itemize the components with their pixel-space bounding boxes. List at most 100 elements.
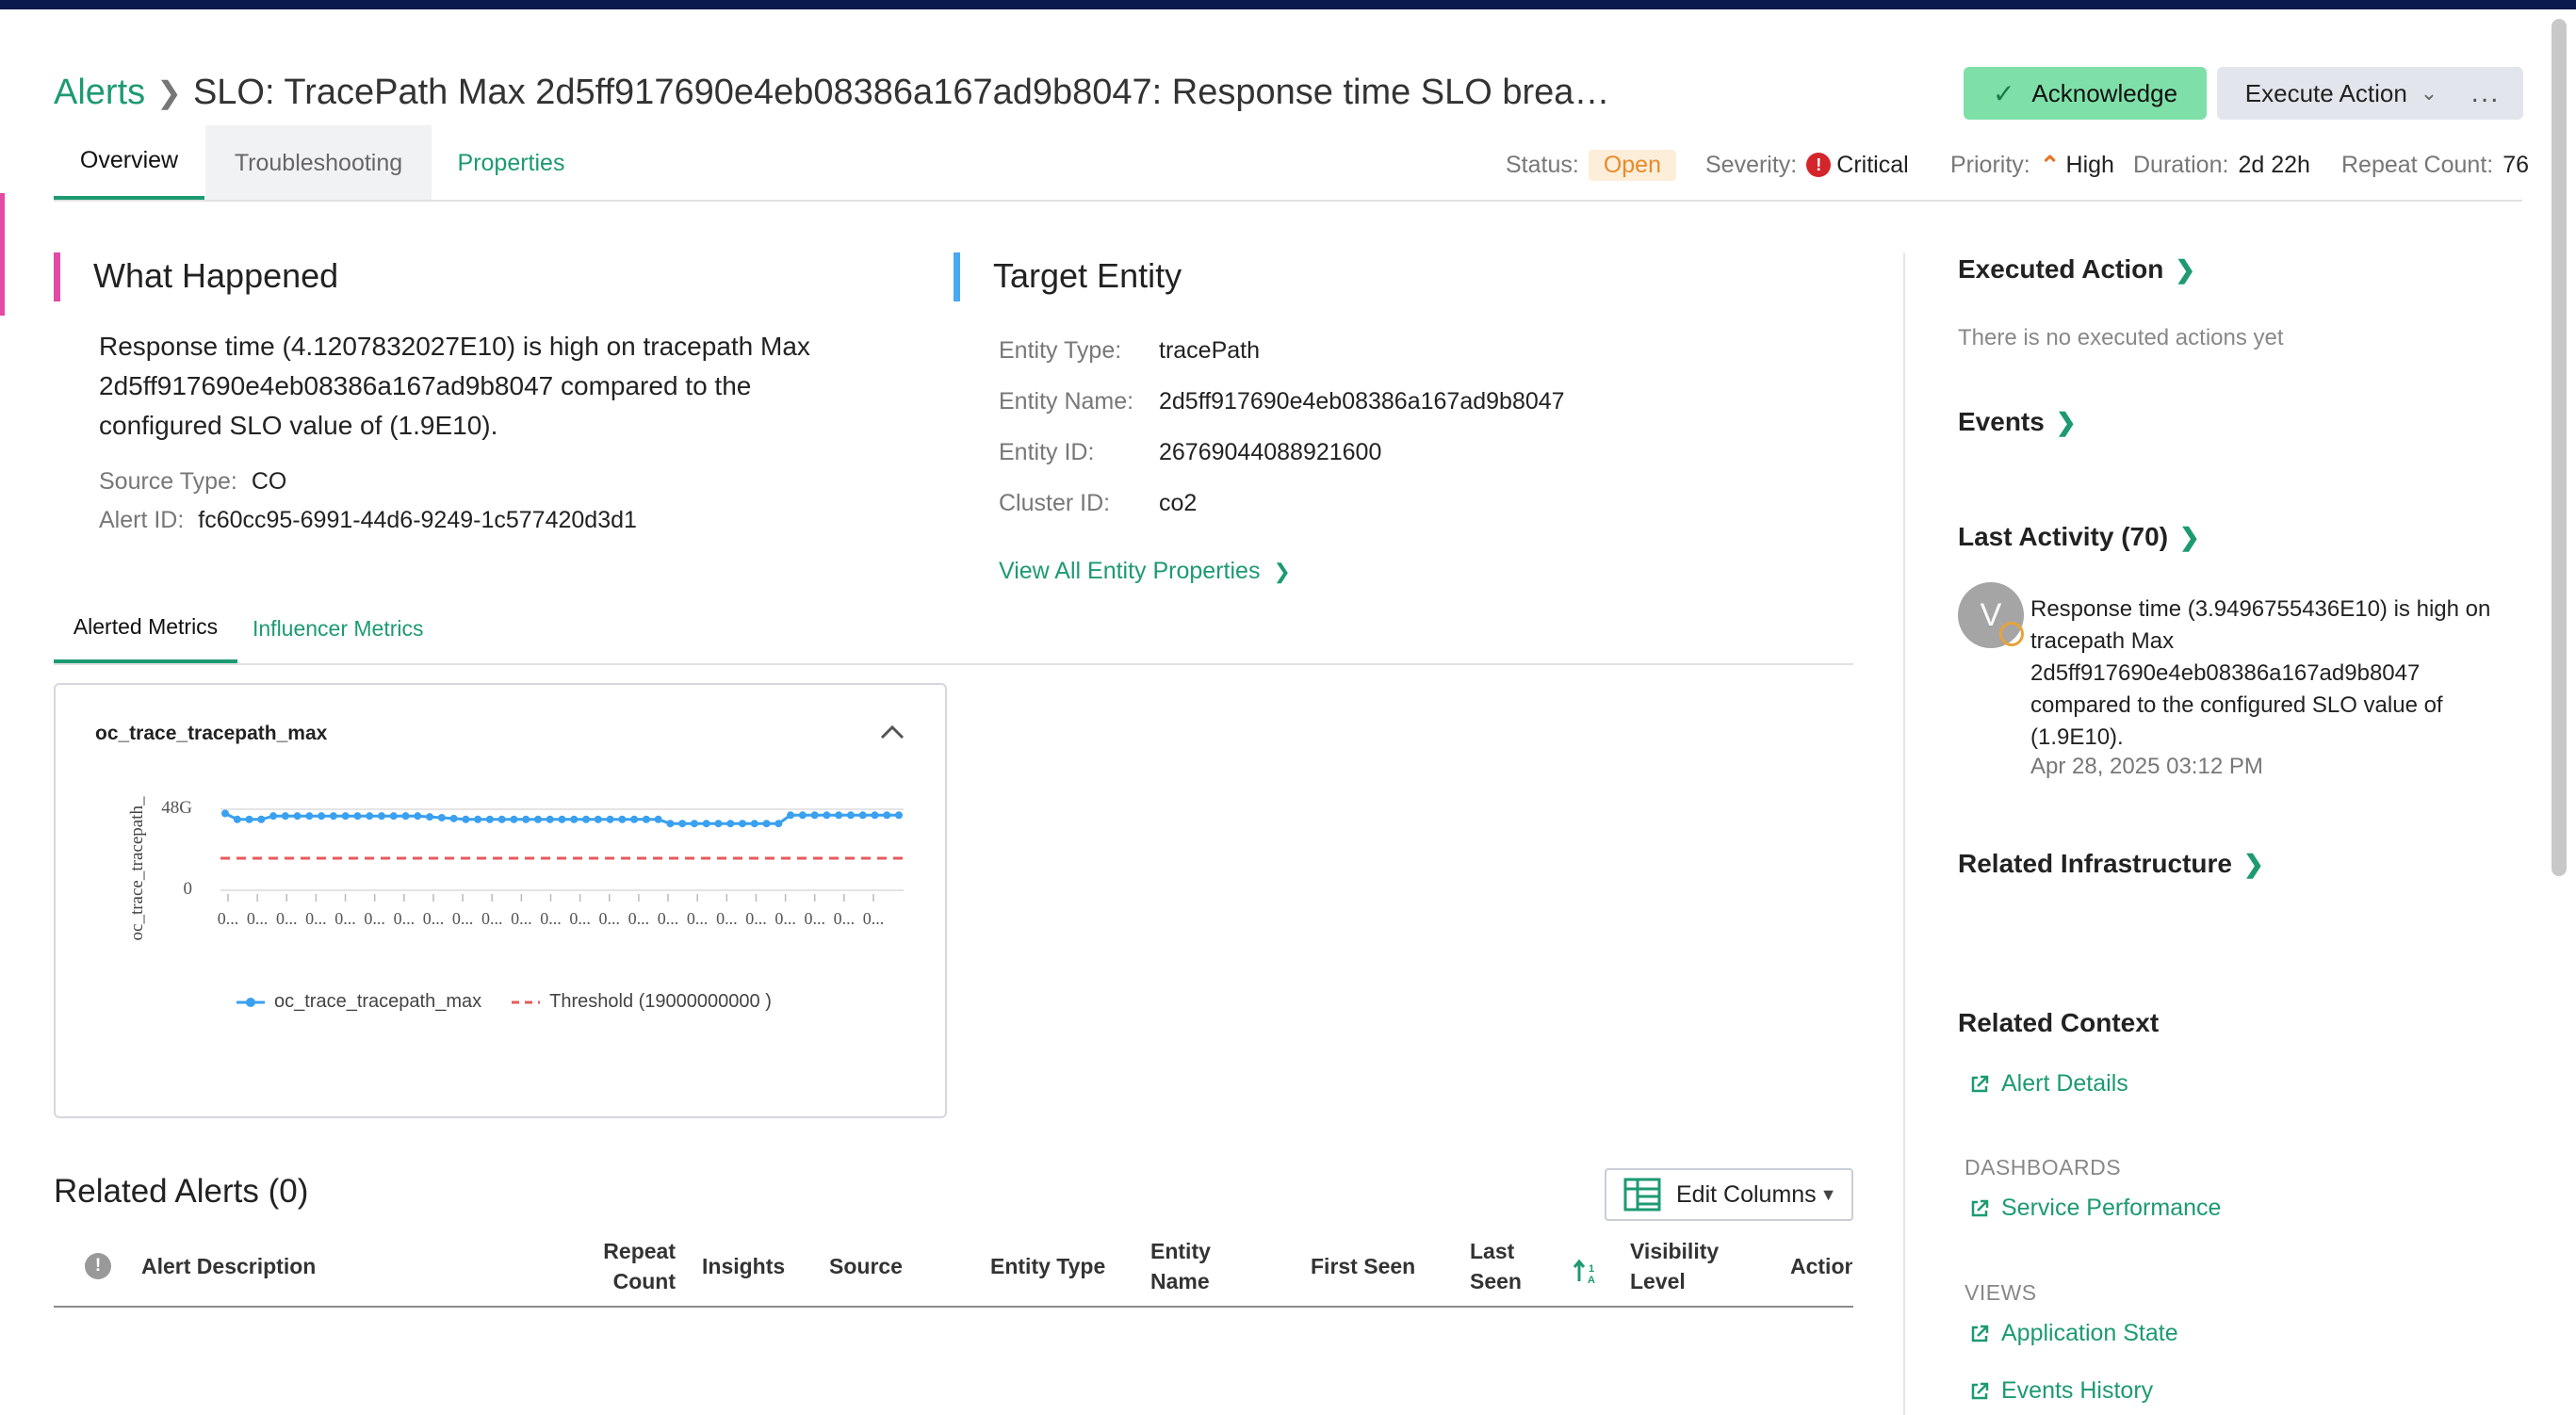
metric-card-title: oc_trace_tracepath_max — [95, 723, 328, 744]
tab-troubleshooting[interactable]: Troubleshooting — [205, 125, 432, 201]
column-repeat-count[interactable]: Repeat Count — [562, 1236, 676, 1296]
x-tick-label: 0... — [394, 909, 416, 928]
series-point[interactable] — [449, 814, 458, 822]
series-point[interactable] — [257, 815, 266, 823]
series-point[interactable] — [329, 812, 337, 821]
series-point[interactable] — [774, 820, 783, 828]
series-point[interactable] — [883, 811, 891, 820]
column-entity-type[interactable]: Entity Type — [990, 1251, 1105, 1281]
series-point[interactable] — [389, 812, 398, 821]
series-point[interactable] — [666, 820, 675, 828]
collapse-button[interactable] — [873, 713, 911, 751]
column-source[interactable]: Source — [829, 1251, 903, 1281]
series-point[interactable] — [245, 815, 253, 823]
repeat-count-value: 76 — [2503, 151, 2530, 178]
series-point[interactable] — [269, 812, 278, 821]
alert-details-link[interactable]: Alert Details — [1969, 1070, 2128, 1098]
tab-properties[interactable]: Properties — [433, 125, 589, 201]
series-point[interactable] — [497, 815, 506, 823]
column-action[interactable]: Action — [1790, 1251, 1852, 1281]
series-point[interactable] — [835, 811, 843, 820]
series-point[interactable] — [485, 815, 494, 823]
tab-influencer-metrics[interactable]: Influencer Metrics — [253, 594, 424, 664]
cluster-id-label: Cluster ID: — [999, 490, 1111, 516]
series-point[interactable] — [462, 815, 470, 823]
series-point[interactable] — [318, 812, 326, 821]
series-point[interactable] — [871, 811, 879, 820]
series-point[interactable] — [293, 812, 302, 821]
column-repeat-count-line2: Count — [612, 1269, 676, 1293]
breadcrumb-alerts-link[interactable]: Alerts — [54, 73, 145, 113]
series-point[interactable] — [895, 811, 903, 820]
series-point[interactable] — [533, 815, 542, 823]
edit-columns-label: Edit Columns — [1676, 1180, 1817, 1208]
series-point[interactable] — [678, 820, 687, 828]
series-point[interactable] — [690, 820, 698, 828]
series-point[interactable] — [739, 820, 747, 828]
sort-ascending-icon[interactable]: 1 A — [1573, 1259, 1599, 1285]
series-point[interactable] — [353, 812, 362, 821]
series-point[interactable] — [594, 815, 602, 823]
edit-columns-button[interactable]: Edit Columns ▼ — [1605, 1168, 1853, 1221]
series-point[interactable] — [787, 811, 795, 820]
series-point[interactable] — [341, 812, 350, 821]
external-link-icon — [1971, 1199, 1989, 1216]
series-point[interactable] — [582, 815, 591, 823]
series-point[interactable] — [305, 812, 314, 821]
series-point[interactable] — [558, 815, 566, 823]
series-point[interactable] — [546, 815, 554, 823]
column-entity-name[interactable]: Entity Name — [1150, 1236, 1211, 1296]
series-point[interactable] — [762, 820, 771, 828]
events-history-link[interactable]: Events History — [1969, 1377, 2153, 1405]
series-point[interactable] — [570, 815, 579, 823]
series-point[interactable] — [281, 812, 289, 821]
series-point[interactable] — [846, 811, 855, 820]
column-last-seen[interactable]: Last Seen — [1470, 1236, 1522, 1296]
series-point[interactable] — [221, 809, 229, 818]
application-state-link[interactable]: Application State — [1969, 1320, 2178, 1347]
column-first-seen[interactable]: First Seen — [1311, 1251, 1415, 1281]
series-point[interactable] — [510, 815, 518, 823]
series-point[interactable] — [750, 820, 758, 828]
series-point[interactable] — [714, 820, 723, 828]
vertical-scrollbar[interactable] — [2552, 19, 2567, 876]
series-point[interactable] — [654, 815, 662, 823]
series-point[interactable] — [437, 813, 446, 821]
tab-alerted-metrics[interactable]: Alerted Metrics — [54, 594, 237, 664]
column-alert-description[interactable]: Alert Description — [141, 1251, 316, 1281]
series-point[interactable] — [858, 811, 867, 820]
series-point[interactable] — [474, 815, 482, 823]
execute-action-button[interactable]: Execute Action ⌄ — [2217, 67, 2466, 120]
tab-overview[interactable]: Overview — [54, 125, 204, 201]
last-activity-header[interactable]: Last Activity (70) ❯ — [1958, 522, 2200, 552]
related-infrastructure-header[interactable]: Related Infrastructure ❯ — [1958, 849, 2264, 879]
entity-type-value: tracePath — [1159, 337, 1261, 364]
series-point[interactable] — [414, 812, 422, 821]
series-point[interactable] — [618, 815, 627, 823]
series-point[interactable] — [401, 812, 410, 821]
caret-down-icon: ▼ — [1819, 1184, 1837, 1204]
series-point[interactable] — [798, 811, 807, 820]
acknowledge-button[interactable]: ✓ Acknowledge — [1964, 67, 2207, 120]
series-point[interactable] — [810, 811, 819, 820]
series-point[interactable] — [426, 813, 434, 821]
series-point[interactable] — [233, 815, 241, 823]
series-point[interactable] — [377, 812, 385, 821]
executed-action-header[interactable]: Executed Action ❯ — [1958, 254, 2195, 285]
series-point[interactable] — [366, 812, 374, 821]
series-point[interactable] — [606, 815, 614, 823]
series-point[interactable] — [642, 815, 650, 823]
series-point[interactable] — [702, 820, 710, 828]
series-point[interactable] — [630, 815, 639, 823]
alert-id-label: Alert ID: — [99, 507, 185, 533]
more-options-button[interactable]: ... — [2448, 67, 2523, 120]
series-point[interactable] — [726, 820, 735, 828]
series-point[interactable] — [823, 811, 831, 820]
view-all-entity-properties-link[interactable]: View All Entity Properties ❯ — [999, 558, 1291, 585]
column-insights[interactable]: Insights — [702, 1251, 785, 1281]
column-visibility-level[interactable]: Visibility Level — [1630, 1236, 1719, 1296]
events-header[interactable]: Events ❯ — [1958, 407, 2077, 437]
service-performance-link[interactable]: Service Performance — [1969, 1195, 2221, 1222]
page-title: SLO: TracePath Max 2d5ff917690e4eb08386a… — [192, 72, 1621, 112]
series-point[interactable] — [522, 815, 530, 823]
